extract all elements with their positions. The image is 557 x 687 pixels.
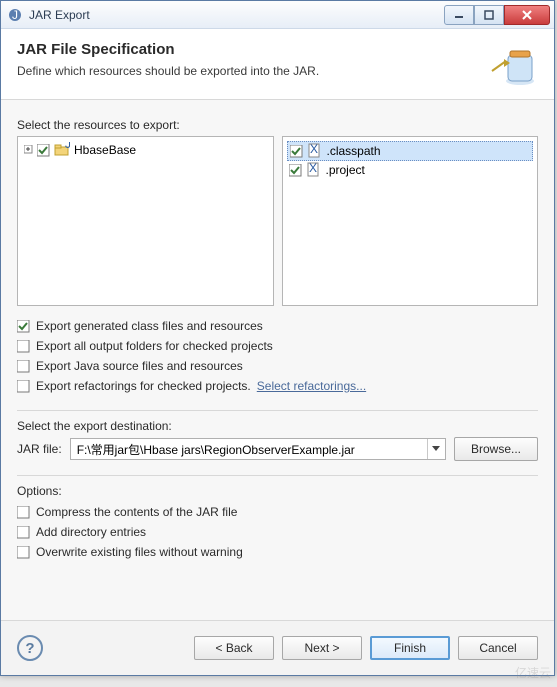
checkbox-label: Compress the contents of the JAR file	[36, 505, 237, 519]
dialog-window: J JAR Export JAR File Specification Defi…	[0, 0, 555, 676]
tree-project-row[interactable]: J HbaseBase	[22, 141, 269, 159]
file-row[interactable]: X .classpath	[287, 141, 534, 161]
xml-file-icon: X	[307, 143, 323, 159]
wizard-footer: ? < Back Next > Finish Cancel	[1, 620, 554, 675]
svg-text:J: J	[65, 142, 70, 151]
svg-text:X: X	[308, 162, 316, 175]
export-source-files-row[interactable]: Export Java source files and resources	[17, 356, 538, 376]
project-name: HbaseBase	[74, 143, 136, 157]
checkbox[interactable]	[17, 380, 30, 393]
checkbox-label: Add directory entries	[36, 525, 146, 539]
window-controls	[444, 5, 550, 25]
jar-path-combo[interactable]	[70, 438, 446, 460]
divider	[17, 475, 538, 476]
watermark: 亿速云	[515, 664, 551, 681]
checkbox-label: Export all output folders for checked pr…	[36, 339, 273, 353]
svg-text:J: J	[12, 8, 18, 22]
file-checkbox[interactable]	[289, 164, 302, 177]
export-output-folders-row[interactable]: Export all output folders for checked pr…	[17, 336, 538, 356]
divider	[17, 410, 538, 411]
page-title: JAR File Specification	[17, 41, 482, 58]
export-checklist: Export generated class files and resourc…	[17, 316, 538, 396]
wizard-body: Select the resources to export: J HbaseB…	[1, 100, 554, 620]
titlebar[interactable]: J JAR Export	[1, 1, 554, 29]
finish-button[interactable]: Finish	[370, 636, 450, 660]
help-button[interactable]: ?	[17, 635, 43, 661]
next-button[interactable]: Next >	[282, 636, 362, 660]
compress-row[interactable]: Compress the contents of the JAR file	[17, 502, 538, 522]
wizard-header: JAR File Specification Define which reso…	[1, 29, 554, 100]
app-icon: J	[7, 7, 23, 23]
checkbox-label: Export Java source files and resources	[36, 359, 243, 373]
maximize-button[interactable]	[474, 5, 504, 25]
browse-button[interactable]: Browse...	[454, 437, 538, 461]
window-title: JAR Export	[29, 8, 444, 22]
export-generated-row[interactable]: Export generated class files and resourc…	[17, 316, 538, 336]
file-name: .classpath	[327, 144, 381, 158]
checkbox-label: Export generated class files and resourc…	[36, 319, 263, 333]
checkbox[interactable]	[17, 360, 30, 373]
project-checkbox[interactable]	[37, 144, 50, 157]
page-subtitle: Define which resources should be exporte…	[17, 64, 482, 78]
close-button[interactable]	[504, 5, 550, 25]
checkbox[interactable]	[17, 526, 30, 539]
checkbox[interactable]	[17, 340, 30, 353]
checkbox[interactable]	[17, 506, 30, 519]
jar-path-input[interactable]	[71, 439, 427, 459]
options-checklist: Compress the contents of the JAR file Ad…	[17, 502, 538, 562]
export-refactorings-row[interactable]: Export refactorings for checked projects…	[17, 376, 538, 396]
svg-text:X: X	[309, 143, 317, 156]
checkbox-label: Export refactorings for checked projects…	[36, 379, 251, 393]
expand-toggle[interactable]	[24, 143, 33, 157]
back-button[interactable]: < Back	[194, 636, 274, 660]
file-row[interactable]: X .project	[287, 161, 534, 179]
destination-row: JAR file: Browse...	[17, 437, 538, 461]
options-label: Options:	[17, 484, 538, 498]
checkbox-label: Overwrite existing files without warning	[36, 545, 243, 559]
file-list-pane[interactable]: X .classpath X .project	[282, 136, 539, 306]
checkbox[interactable]	[17, 546, 30, 559]
overwrite-row[interactable]: Overwrite existing files without warning	[17, 542, 538, 562]
file-checkbox[interactable]	[290, 145, 303, 158]
xml-file-icon: X	[306, 162, 322, 178]
dropdown-button[interactable]	[427, 439, 445, 459]
minimize-button[interactable]	[444, 5, 474, 25]
add-directory-row[interactable]: Add directory entries	[17, 522, 538, 542]
destination-label: Select the export destination:	[17, 419, 538, 433]
file-name: .project	[326, 163, 365, 177]
project-tree-pane[interactable]: J HbaseBase	[17, 136, 274, 306]
jar-file-label: JAR file:	[17, 442, 62, 456]
cancel-button[interactable]: Cancel	[458, 636, 538, 660]
jar-icon	[490, 41, 538, 89]
checkbox[interactable]	[17, 320, 30, 333]
resources-label: Select the resources to export:	[17, 118, 538, 132]
project-folder-icon: J	[54, 142, 70, 158]
select-refactorings-link[interactable]: Select refactorings...	[257, 379, 366, 393]
